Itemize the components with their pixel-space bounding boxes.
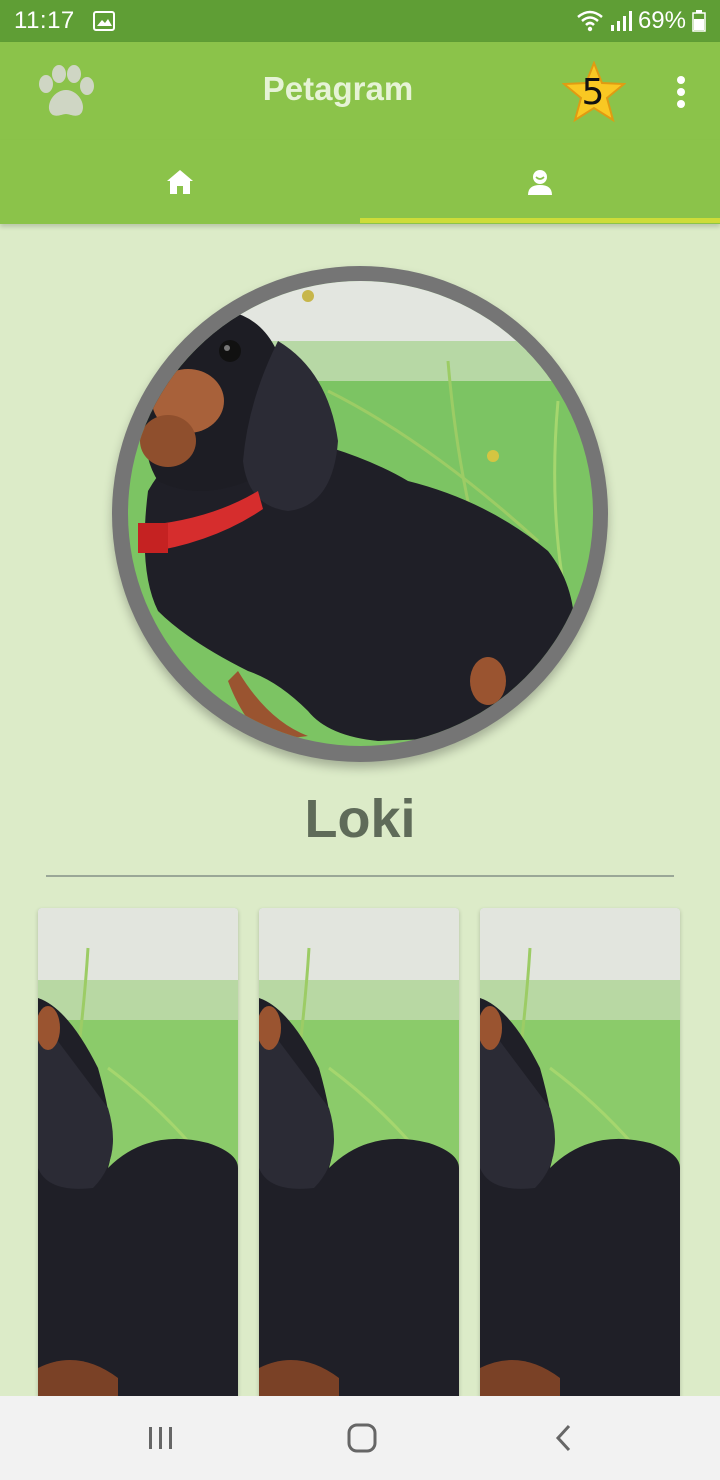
gallery-photo[interactable] <box>259 908 459 1408</box>
tab-profile[interactable] <box>360 140 720 224</box>
system-nav-bar <box>0 1396 720 1480</box>
profile-icon <box>528 170 552 195</box>
wifi-icon <box>577 10 603 32</box>
home-icon <box>167 170 193 194</box>
tab-home[interactable] <box>0 140 360 224</box>
tab-bar <box>0 140 720 224</box>
status-time: 11:17 <box>14 7 75 34</box>
battery-icon <box>692 10 706 32</box>
status-icons: 69% <box>576 7 706 35</box>
signal-icon <box>610 11 632 31</box>
pet-name: Loki <box>304 789 416 849</box>
gallery-photo[interactable] <box>480 908 680 1408</box>
back-icon <box>555 1424 571 1452</box>
battery-percent: 69% <box>637 7 686 34</box>
gallery-photo[interactable] <box>38 908 238 1408</box>
recent-apps-button[interactable] <box>131 1418 191 1458</box>
overflow-menu-icon[interactable] <box>668 74 694 110</box>
home-button[interactable] <box>332 1418 392 1458</box>
recent-apps-icon <box>149 1427 172 1449</box>
rating-count: 5 <box>581 72 605 113</box>
divider <box>46 875 674 877</box>
tab-indicator <box>360 218 720 223</box>
back-button[interactable] <box>534 1418 594 1458</box>
status-bar: 11:17 69% <box>0 0 720 42</box>
profile-photo[interactable] <box>128 281 593 746</box>
app-bar: Petagram 5 <box>0 42 720 140</box>
home-button-icon <box>347 1423 377 1453</box>
gallery-icon <box>93 11 115 31</box>
